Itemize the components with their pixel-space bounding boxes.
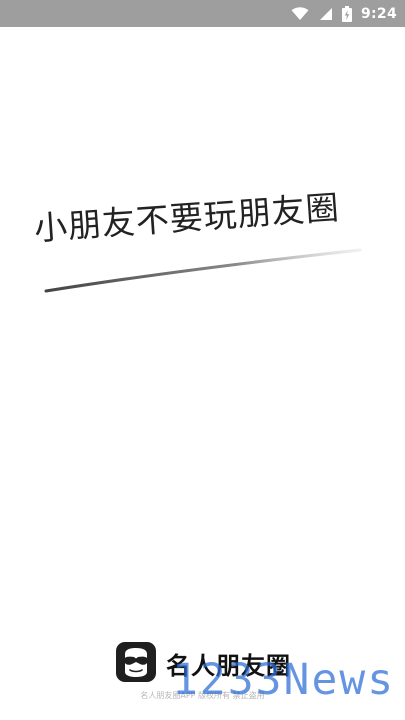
sunglasses-mask-icon [116,642,156,682]
slogan-underline [44,248,362,293]
watermark-text: 1233News [172,655,396,705]
splash-slogan: 小朋友不要玩朋友圈 [32,187,341,248]
splash-content: 小朋友不要玩朋友圈 [0,0,405,720]
